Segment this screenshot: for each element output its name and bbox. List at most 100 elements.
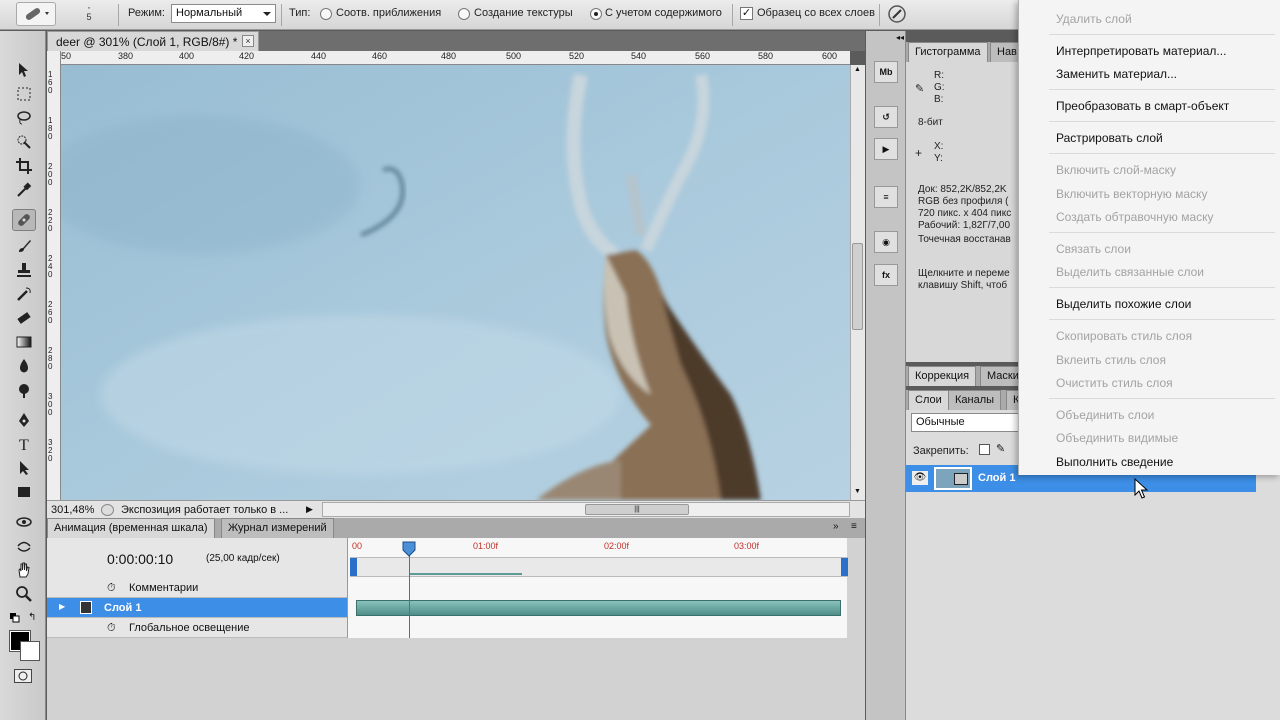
eye-icon[interactable]: 👁: [912, 471, 928, 485]
sample-all-layers-label: Образец со всех слоев: [757, 7, 875, 19]
layer-duration-bar[interactable]: [356, 600, 841, 616]
menu-item-enable-layer-mask[interactable]: Включить слой-маску: [1056, 163, 1176, 177]
zoom-tool[interactable]: [12, 583, 36, 605]
scrollbar-thumb[interactable]: |||: [585, 504, 689, 515]
panel-menu-icon[interactable]: ≡: [851, 521, 857, 532]
path-selection-tool[interactable]: [12, 457, 36, 479]
layer-name[interactable]: Слой 1: [978, 472, 1015, 484]
blur-tool[interactable]: [12, 355, 36, 377]
menu-item-paste-layer-style[interactable]: Вклеить стиль слоя: [1056, 353, 1166, 367]
scroll-up-arrow[interactable]: ▲: [851, 66, 864, 76]
video-layer-icon: [954, 473, 968, 485]
pressure-size-button[interactable]: [886, 3, 908, 25]
rectangle-tool[interactable]: [12, 481, 36, 503]
menu-item-create-clipping-mask[interactable]: Создать обтравочную маску: [1056, 210, 1214, 224]
tab-layers[interactable]: Слои: [908, 390, 949, 410]
blend-mode-select[interactable]: Обычные: [911, 413, 1021, 432]
default-colors-button[interactable]: [10, 613, 20, 623]
menu-item-interpret-footage[interactable]: Интерпретировать материал...: [1056, 44, 1226, 58]
menu-item-flatten-image[interactable]: Выполнить сведение: [1056, 455, 1173, 469]
status-menu-icon[interactable]: [101, 504, 114, 516]
document-tab[interactable]: deer @ 301% (Слой 1, RGB/8#) * ×: [47, 31, 259, 51]
background-color-swatch[interactable]: [20, 641, 40, 661]
history-brush-tool[interactable]: [12, 283, 36, 305]
menu-item-merge-layers[interactable]: Объединить слои: [1056, 408, 1154, 422]
menu-item-merge-visible[interactable]: Объединить видимые: [1056, 431, 1178, 445]
stopwatch-icon[interactable]: ⏱: [107, 622, 116, 635]
collapse-icon[interactable]: ◂◂: [868, 33, 904, 42]
hand-tool[interactable]: [12, 559, 36, 581]
collapse-icon[interactable]: »: [833, 521, 839, 532]
menu-item-link-layers[interactable]: Связать слои: [1056, 242, 1131, 256]
marquee-tool[interactable]: [12, 83, 36, 105]
type-radio-content-aware[interactable]: [590, 8, 602, 20]
menu-item-convert-smart-object[interactable]: Преобразовать в смарт-объект: [1056, 99, 1229, 113]
history-icon[interactable]: ↺: [874, 106, 898, 128]
close-icon[interactable]: ×: [242, 35, 254, 47]
menu-item-rasterize-layer[interactable]: Растрировать слой: [1056, 131, 1163, 145]
ruler-tick-label: 200: [48, 162, 53, 187]
lock-pixels-icon[interactable]: ✎: [996, 442, 1005, 455]
swap-colors-button[interactable]: ↰: [28, 613, 38, 623]
crop-tool[interactable]: [12, 155, 36, 177]
tab-measurement-log[interactable]: Журнал измерений: [221, 518, 334, 538]
sample-all-layers-checkbox[interactable]: ✓: [740, 7, 753, 20]
playhead-handle[interactable]: [402, 541, 416, 557]
eraser-tool[interactable]: [12, 307, 36, 329]
status-menu-arrow-icon[interactable]: ▶: [306, 504, 313, 515]
spot-healing-brush-tool[interactable]: [12, 209, 36, 231]
type-tool[interactable]: T: [12, 433, 36, 455]
menu-item-delete-layer[interactable]: Удалить слой: [1056, 12, 1132, 26]
menu-item-copy-layer-style[interactable]: Скопировать стиль слоя: [1056, 329, 1192, 343]
lock-transparency-icon[interactable]: [979, 444, 990, 455]
time-ruler-label: 01:00f: [473, 541, 499, 551]
quick-selection-tool[interactable]: [12, 131, 36, 153]
lasso-tool[interactable]: [12, 107, 36, 129]
menu-item-enable-vector-mask[interactable]: Включить векторную маску: [1056, 187, 1207, 201]
timeline-track-area[interactable]: [347, 538, 847, 638]
canvas-horizontal-scrollbar[interactable]: |||: [322, 502, 850, 517]
tool-preset-picker[interactable]: [16, 2, 56, 26]
menu-item-select-linked-layers[interactable]: Выделить связанные слои: [1056, 265, 1204, 279]
tab-animation-timeline[interactable]: Анимация (временная шкала): [47, 518, 215, 538]
info-g-label: G:: [934, 82, 945, 93]
styles-icon[interactable]: ◉: [874, 231, 898, 253]
clone-stamp-tool[interactable]: [12, 259, 36, 281]
eyedropper-tool[interactable]: [12, 179, 36, 201]
mode-select[interactable]: Нормальный: [171, 4, 276, 23]
stopwatch-icon[interactable]: ⏱: [107, 582, 116, 595]
quick-mask-button[interactable]: [14, 669, 32, 683]
tab-channels[interactable]: Каналы: [948, 390, 1002, 410]
tools-panel: T ↰: [0, 31, 46, 720]
3d-rotate-tool[interactable]: [12, 511, 36, 533]
tool-presets-icon[interactable]: ≡: [874, 186, 898, 208]
scrollbar-thumb[interactable]: [852, 243, 863, 330]
timeline-row-layer[interactable]: ▶ Слой 1: [47, 598, 347, 618]
3d-orbit-tool[interactable]: [12, 535, 36, 557]
type-radio-texture[interactable]: [458, 8, 470, 20]
dodge-tool[interactable]: [12, 379, 36, 401]
menu-item-clear-layer-style[interactable]: Очистить стиль слоя: [1056, 376, 1173, 390]
gradient-tool[interactable]: [12, 331, 36, 353]
expand-triangle-icon[interactable]: ▶: [59, 602, 65, 611]
scroll-down-arrow[interactable]: ▼: [851, 488, 864, 498]
zoom-level[interactable]: 301,48%: [51, 504, 94, 516]
work-area-start-handle[interactable]: [350, 558, 357, 576]
brush-size-picker[interactable]: · 5: [70, 1, 108, 26]
actions-icon[interactable]: ▶: [874, 138, 898, 160]
tab-histogram[interactable]: Гистограмма: [908, 42, 988, 62]
work-area-end-handle[interactable]: [841, 558, 848, 576]
type-radio-proximity[interactable]: [320, 8, 332, 20]
mini-bridge-icon[interactable]: Mb: [874, 61, 898, 83]
fx-icon[interactable]: fx: [874, 264, 898, 286]
menu-item-select-similar-layers[interactable]: Выделить похожие слои: [1056, 297, 1191, 311]
menu-item-replace-footage[interactable]: Заменить материал...: [1056, 67, 1177, 81]
tab-adjustments[interactable]: Коррекция: [908, 366, 977, 386]
timeline-row-comments[interactable]: ⏱ Комментарии: [47, 578, 347, 598]
move-tool[interactable]: [12, 59, 36, 81]
timeline-row-global-light[interactable]: ⏱ Глобальное освещение: [47, 618, 347, 638]
document-canvas[interactable]: [61, 65, 850, 500]
brush-tool[interactable]: [12, 235, 36, 257]
current-time[interactable]: 0:00:00:10: [107, 551, 173, 567]
pen-tool[interactable]: [12, 409, 36, 431]
